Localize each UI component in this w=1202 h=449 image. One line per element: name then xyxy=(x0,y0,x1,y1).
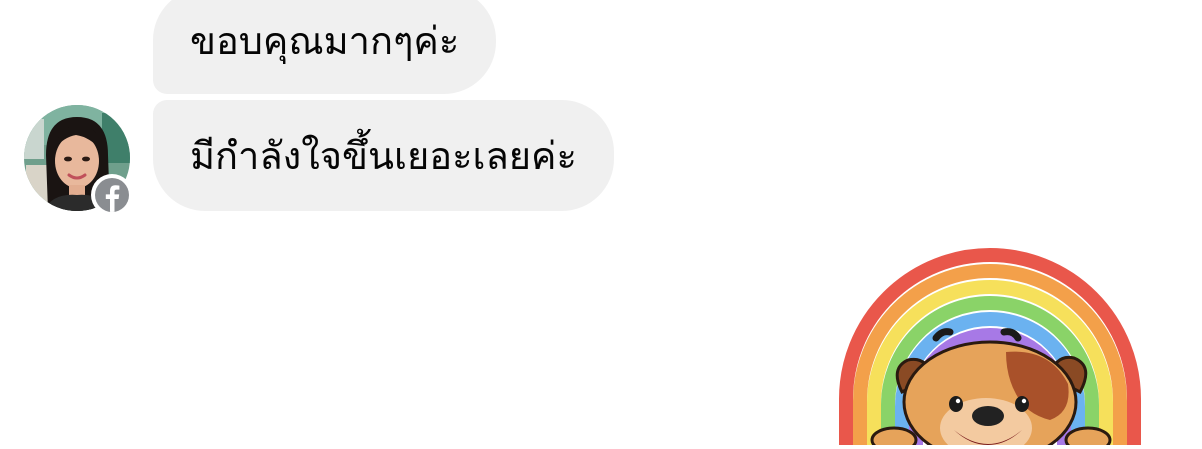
message-text: ขอบคุณมากๆค่ะ xyxy=(190,19,460,63)
message-thread: ขอบคุณมากๆค่ะ มีกำลังใจขึ้นเยอะเลยค่ะ xyxy=(0,0,1202,449)
message-bubble[interactable]: มีกำลังใจขึ้นเยอะเลยค่ะ xyxy=(153,100,614,211)
facebook-icon xyxy=(95,178,129,212)
facebook-badge xyxy=(91,174,133,216)
message-text: มีกำลังใจขึ้นเยอะเลยค่ะ xyxy=(190,133,577,178)
message-bubble[interactable]: ขอบคุณมากๆค่ะ xyxy=(153,0,497,94)
rainbow-dog-icon xyxy=(839,248,1141,449)
rainbow-dog-sticker[interactable] xyxy=(836,244,1156,449)
